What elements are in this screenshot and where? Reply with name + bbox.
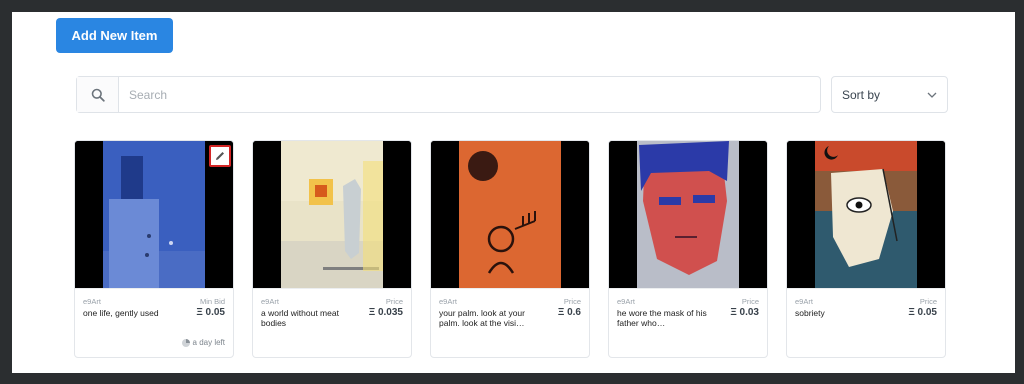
main-panel: Add New Item Sort by: [12, 12, 1015, 373]
sort-dropdown[interactable]: Sort by: [831, 76, 948, 113]
item-price: Ξ 0.035: [368, 307, 403, 318]
item-price: Ξ 0.05: [908, 307, 937, 318]
item-info: e9Art Min Bid one life, gently used Ξ 0.…: [75, 288, 233, 357]
item-price: Ξ 0.05: [196, 307, 225, 318]
artwork-image: [609, 141, 767, 288]
artwork-image: [253, 141, 411, 288]
creator-name: e9Art: [439, 297, 457, 306]
search-bar: [76, 76, 821, 113]
time-left-text: a day left: [192, 338, 225, 347]
price-label: Price: [919, 297, 937, 306]
item-title: he wore the mask of his father who…: [617, 308, 707, 328]
price-label: Min Bid: [199, 297, 225, 306]
item-price: Ξ 0.03: [730, 307, 759, 318]
creator-name: e9Art: [83, 297, 101, 306]
item-info: e9Art Price sobriety Ξ 0.05: [787, 288, 945, 357]
creator-name: e9Art: [261, 297, 279, 306]
add-new-item-button[interactable]: Add New Item: [56, 18, 173, 53]
sort-label: Sort by: [842, 87, 881, 102]
pencil-icon: [216, 152, 224, 160]
item-card[interactable]: e9Art Price sobriety Ξ 0.05: [786, 140, 946, 358]
item-price: Ξ 0.6: [557, 307, 581, 318]
clock-icon: [181, 338, 190, 347]
artwork-image: [75, 141, 233, 288]
chevron-down-icon: [927, 92, 937, 98]
item-info: e9Art Price a world without meat bodies …: [253, 288, 411, 357]
item-card[interactable]: e9Art Price your palm. look at your palm…: [430, 140, 590, 358]
price-label: Price: [563, 297, 581, 306]
item-info: e9Art Price your palm. look at your palm…: [431, 288, 589, 357]
item-card[interactable]: e9Art Price he wore the mask of his fath…: [608, 140, 768, 358]
price-label: Price: [741, 297, 759, 306]
item-title: a world without meat bodies: [261, 308, 339, 328]
item-info: e9Art Price he wore the mask of his fath…: [609, 288, 767, 357]
search-icon[interactable]: [77, 77, 119, 112]
item-card[interactable]: e9Art Price a world without meat bodies …: [252, 140, 412, 358]
item-title: sobriety: [795, 308, 825, 318]
artwork-image: [431, 141, 589, 288]
creator-name: e9Art: [795, 297, 813, 306]
edit-button[interactable]: [209, 145, 231, 167]
item-card[interactable]: e9Art Min Bid one life, gently used Ξ 0.…: [74, 140, 234, 358]
artwork-image: [787, 141, 945, 288]
item-title: your palm. look at your palm. look at th…: [439, 308, 525, 328]
item-title: one life, gently used: [83, 308, 159, 318]
price-label: Price: [385, 297, 403, 306]
creator-name: e9Art: [617, 297, 635, 306]
search-input[interactable]: [119, 77, 820, 112]
time-left: a day left: [181, 338, 225, 347]
